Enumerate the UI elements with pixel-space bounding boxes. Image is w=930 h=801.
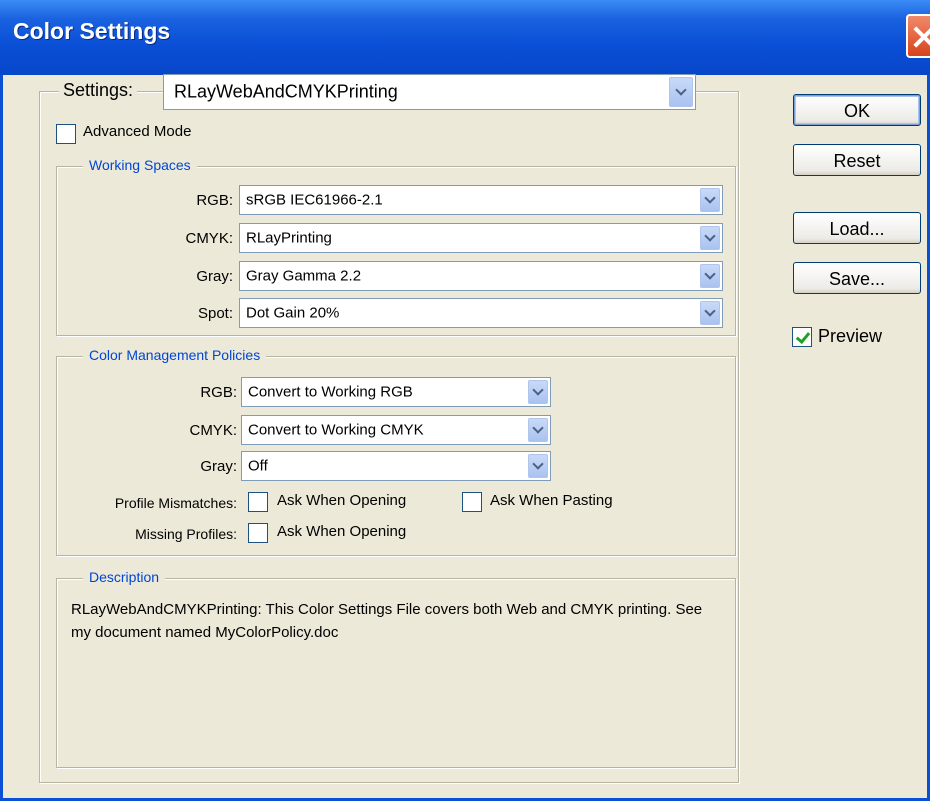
cmp-cmyk-label: CMYK: (189, 422, 237, 439)
cmp-gray-value: Off (248, 457, 268, 475)
settings-label: Settings: (59, 80, 138, 101)
ws-spot-label: Spot: (197, 305, 233, 322)
profile-mismatches-label: Profile Mismatches: (114, 495, 237, 511)
ws-rgb-label: RGB: (196, 192, 233, 209)
mismatch-ask-opening-label: Ask When Opening (277, 492, 407, 509)
chevron-down-icon[interactable] (700, 226, 720, 250)
color-settings-dialog: Color Settings Settings: RLayWebAndCMYKP… (0, 0, 930, 801)
reset-button[interactable]: Reset (793, 144, 921, 176)
preview-checkbox[interactable] (792, 327, 812, 347)
save-button[interactable]: Save... (793, 262, 921, 294)
chevron-down-icon[interactable] (669, 77, 693, 107)
chevron-down-icon[interactable] (700, 188, 720, 212)
working-spaces-title: Working Spaces (83, 157, 197, 173)
cmp-rgb-select[interactable]: Convert to Working RGB (241, 377, 551, 407)
cmp-gray-label: Gray: (200, 458, 237, 475)
ok-button[interactable]: OK (793, 94, 921, 126)
cmp-cmyk-select[interactable]: Convert to Working CMYK (241, 415, 551, 445)
ws-gray-label: Gray: (196, 268, 233, 285)
cmp-gray-select[interactable]: Off (241, 451, 551, 481)
advanced-mode-label: Advanced Mode (83, 123, 192, 140)
chevron-down-icon[interactable] (700, 301, 720, 325)
cmp-cmyk-value: Convert to Working CMYK (248, 421, 424, 439)
ws-rgb-value: sRGB IEC61966-2.1 (246, 191, 383, 209)
close-icon[interactable] (906, 14, 930, 58)
description-title: Description (83, 569, 166, 585)
policies-title: Color Management Policies (83, 347, 267, 363)
ws-spot-value: Dot Gain 20% (246, 304, 340, 322)
missing-ask-opening-label: Ask When Opening (277, 523, 407, 540)
settings-select[interactable]: RLayWebAndCMYKPrinting (163, 74, 696, 110)
ws-rgb-select[interactable]: sRGB IEC61966-2.1 (239, 185, 723, 215)
mismatch-ask-opening-checkbox[interactable] (248, 492, 268, 512)
ws-gray-select[interactable]: Gray Gamma 2.2 (239, 261, 723, 291)
ws-cmyk-label: CMYK: (185, 230, 233, 247)
advanced-mode-checkbox[interactable] (56, 124, 76, 144)
missing-profiles-label: Missing Profiles: (135, 526, 237, 542)
window-title: Color Settings (13, 18, 171, 44)
ws-spot-select[interactable]: Dot Gain 20% (239, 298, 723, 328)
missing-ask-opening-checkbox[interactable] (248, 523, 268, 543)
ws-gray-value: Gray Gamma 2.2 (246, 267, 362, 285)
chevron-down-icon[interactable] (700, 264, 720, 288)
mismatch-ask-pasting-label: Ask When Pasting (490, 492, 613, 509)
ws-cmyk-value: RLayPrinting (246, 229, 332, 247)
load-button[interactable]: Load... (793, 212, 921, 244)
settings-value: RLayWebAndCMYKPrinting (174, 81, 398, 102)
chevron-down-icon[interactable] (528, 380, 548, 404)
description-text: RLayWebAndCMYKPrinting: This Color Setti… (71, 601, 703, 641)
title-bar[interactable]: Color Settings (0, 0, 930, 75)
preview-label: Preview (818, 326, 883, 346)
chevron-down-icon[interactable] (528, 454, 548, 478)
cmp-rgb-value: Convert to Working RGB (248, 383, 413, 401)
cmp-rgb-label: RGB: (200, 384, 237, 401)
chevron-down-icon[interactable] (528, 418, 548, 442)
ws-cmyk-select[interactable]: RLayPrinting (239, 223, 723, 253)
mismatch-ask-pasting-checkbox[interactable] (462, 492, 482, 512)
